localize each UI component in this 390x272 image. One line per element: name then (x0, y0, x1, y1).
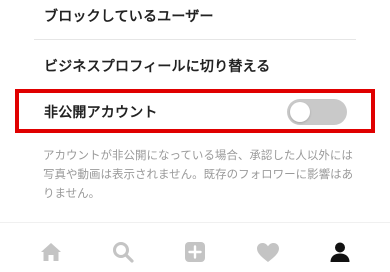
bottom-tab-bar (0, 222, 390, 272)
tab-search[interactable] (110, 239, 136, 265)
tab-home[interactable] (38, 239, 64, 265)
privacy-settings-screen: ブロックしているユーザー ビジネスプロフィールに切り替える 非公開アカウント ア… (0, 0, 390, 272)
private-account-toggle[interactable] (287, 99, 347, 125)
private-account-description: アカウントが非公開になっている場合、承認した人以外には写真や動画は表示されません… (43, 148, 354, 200)
add-post-icon (185, 242, 205, 262)
switch-business-profile-row[interactable]: ビジネスプロフィールに切り替える (0, 41, 390, 87)
toggle-knob (290, 102, 310, 122)
switch-business-profile-label: ビジネスプロフィールに切り替える (44, 59, 271, 75)
blocked-users-label: ブロックしているユーザー (44, 9, 214, 25)
home-icon (41, 243, 61, 261)
private-account-label: 非公開アカウント (44, 105, 158, 121)
tab-activity[interactable] (255, 239, 281, 265)
blocked-users-row[interactable]: ブロックしているユーザー (0, 0, 390, 38)
tab-profile[interactable] (327, 239, 353, 265)
heart-icon (257, 242, 279, 262)
tab-add-post[interactable] (182, 239, 208, 265)
profile-icon (330, 242, 350, 262)
divider (34, 39, 356, 40)
private-account-row: 非公開アカウント (15, 89, 375, 133)
search-icon (113, 242, 134, 263)
